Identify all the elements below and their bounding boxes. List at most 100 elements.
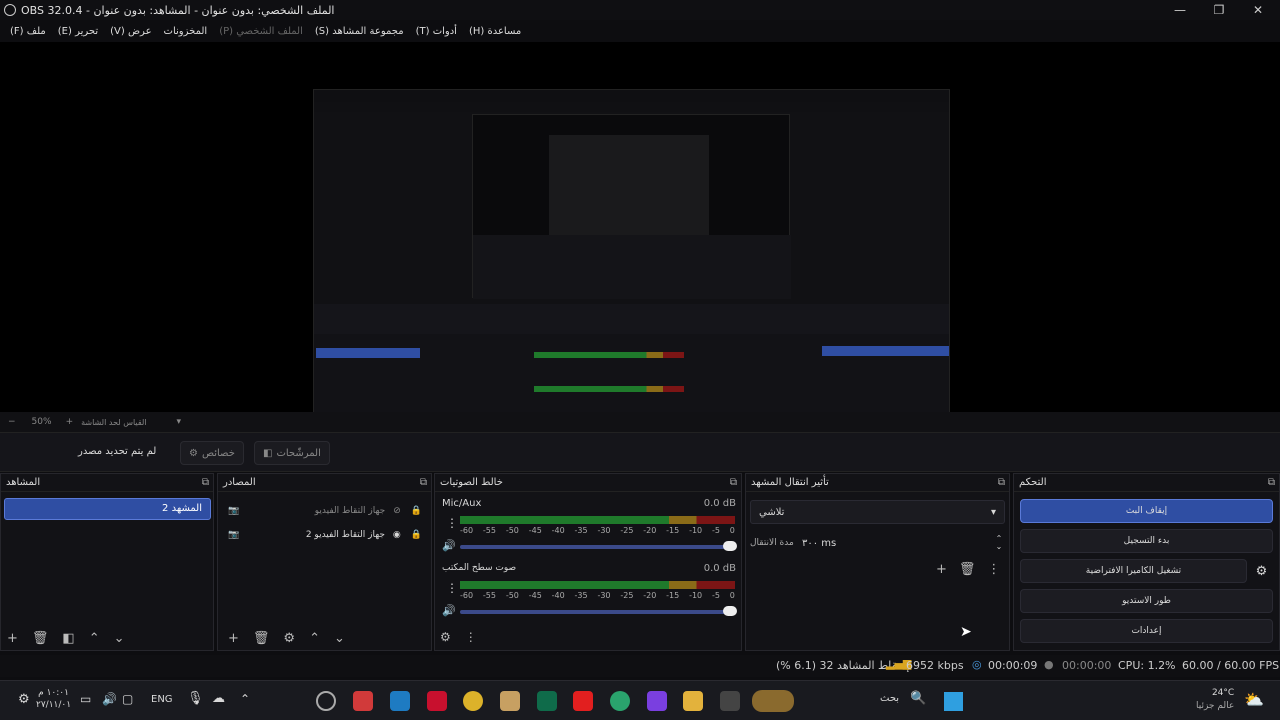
meter-tick-label: -20 [643, 591, 657, 600]
letter-l-icon[interactable] [427, 691, 447, 711]
menu-item[interactable]: (E) تحرير [58, 26, 98, 37]
spin-arrows-icon[interactable]: ⌃ ⌄ [993, 535, 1005, 551]
meter-tick-label: 0 [729, 526, 735, 535]
menu-item[interactable]: (V) عرض [110, 26, 151, 37]
kebab-menu-icon[interactable]: ⋮ [465, 630, 477, 644]
stream-icon: ◎ [972, 658, 982, 671]
source-item[interactable]: 📷 جهاز التقاط الفيديو 2 ◉ 🔒 [222, 524, 430, 546]
folder-icon[interactable] [683, 691, 703, 711]
chevron-down-icon[interactable]: ⌄ [114, 631, 125, 646]
kebab-menu-icon[interactable]: ⋮ [987, 562, 1000, 577]
lock-icon[interactable]: 🔒 [411, 530, 422, 540]
transition-type-select[interactable]: تلاشي ▾ [750, 500, 1005, 524]
start-recording-button[interactable]: بدء التسجيل [1020, 529, 1273, 553]
app-icon-red[interactable] [353, 691, 373, 711]
dock-popout-icon[interactable]: ⧉ [730, 477, 737, 488]
gear-icon[interactable]: ⚙ [440, 630, 451, 644]
meter-tick-label: -40 [551, 591, 565, 600]
chevron-down-icon[interactable]: ▾ [177, 417, 182, 427]
cloud-icon[interactable]: ☁ [212, 691, 225, 706]
obs-app-icon[interactable] [316, 691, 336, 711]
gear-icon[interactable]: ⚙ [283, 631, 295, 646]
notification-icon[interactable]: ▢ [122, 692, 133, 706]
menu-item[interactable]: (S) مجموعة المشاهد [315, 26, 404, 37]
cpu-usage: CPU: 1.2% [1118, 659, 1176, 672]
add-icon[interactable]: + [228, 631, 239, 646]
chevron-up-icon[interactable]: ⌃ [240, 692, 250, 706]
chevron-up-icon[interactable]: ⌃ [89, 631, 100, 646]
clock[interactable]: ١٠:٠١ م ٢٧/١١/٠١ [36, 687, 71, 711]
close-button[interactable]: ✕ [1238, 0, 1278, 20]
properties-button[interactable]: ⚙ خصائص [180, 441, 244, 465]
scene-item[interactable]: المشهد 2 [4, 498, 211, 520]
meter-tick-label: -50 [505, 526, 519, 535]
duration-input[interactable]: ٣٠٠ ms ⌃ ⌄ [796, 532, 1005, 554]
zoom-out-button[interactable]: − [8, 417, 16, 427]
trash-icon[interactable]: 🗑 [32, 631, 49, 646]
chevron-up-icon[interactable]: ⌃ [309, 631, 320, 646]
edge-icon[interactable] [610, 691, 630, 711]
zoom-in-button[interactable]: + [66, 417, 74, 427]
trash-icon[interactable]: 🗑 [959, 562, 976, 577]
dock-popout-icon[interactable]: ⧉ [420, 477, 427, 488]
kebab-menu-icon[interactable]: ⋮ [446, 516, 458, 530]
speaker-icon[interactable]: 🔊 [442, 604, 456, 617]
volume-fader[interactable] [460, 541, 737, 551]
language-indicator[interactable]: ENG [151, 694, 173, 705]
sources-title: المصادر [223, 477, 256, 488]
filters-button[interactable]: ◧ المرشّحات [254, 441, 330, 465]
add-icon[interactable]: + [936, 562, 947, 577]
task-view-icon[interactable] [720, 691, 740, 711]
lock-icon[interactable]: 🔒 [411, 506, 422, 516]
virtual-camera-button[interactable]: تشغيل الكاميرا الافتراضية [1020, 559, 1247, 583]
minimize-button[interactable]: — [1160, 0, 1200, 20]
dock-popout-icon[interactable]: ⧉ [202, 477, 209, 488]
menu-item[interactable]: (P) الملف الشخصي [219, 26, 303, 37]
eye-off-icon[interactable]: ⊘ [393, 506, 401, 516]
speaker-icon[interactable]: 🔊 [442, 539, 456, 552]
filter-icon: ◧ [263, 447, 273, 459]
volume-meter [460, 516, 735, 524]
stop-streaming-button[interactable]: إيقاف البث [1020, 499, 1273, 523]
filter-icon[interactable]: ◧ [62, 631, 74, 646]
dock-popout-icon[interactable]: ⧉ [998, 477, 1005, 488]
eye-icon[interactable]: ◉ [393, 530, 401, 540]
search-label[interactable]: بحث [880, 693, 899, 704]
dock-popout-icon[interactable]: ⧉ [1268, 477, 1275, 488]
maximize-button[interactable]: ❐ [1199, 0, 1239, 20]
store-icon[interactable] [500, 691, 520, 711]
meter-ticks: -60 -55 -50 -45 -40 -35 -30 -25 -20 -15 -10 -5 0 [460, 526, 735, 535]
source-item[interactable]: 📷 جهاز التقاط الفيديو ⊘ 🔒 [222, 500, 430, 522]
microphone-icon[interactable]: 🎙 [187, 691, 204, 706]
menu-item[interactable]: (H) مساعدة [469, 26, 521, 37]
youtube-icon[interactable] [573, 691, 593, 711]
speaker-icon[interactable]: 🔊 [102, 692, 117, 706]
outlook-icon[interactable] [390, 691, 410, 711]
menu-item[interactable]: المخزونات [164, 26, 208, 37]
weather-widget[interactable]: 24°C عالم جزئيا [1196, 687, 1234, 713]
menu-item[interactable]: (T) أدوات [416, 26, 457, 37]
search-icon[interactable]: 🔍 [910, 691, 926, 706]
record-time: 00:00:00 [1062, 659, 1112, 672]
chevron-down-icon[interactable]: ⌄ [334, 631, 345, 646]
preview-canvas[interactable] [0, 42, 1280, 452]
settings-button[interactable]: إعدادات [1020, 619, 1273, 643]
kebab-menu-icon[interactable]: ⋮ [446, 581, 458, 595]
gear-icon[interactable]: ⚙ [1250, 559, 1273, 583]
volume-fader[interactable] [460, 606, 737, 616]
camera-icon: 📷 [228, 530, 240, 540]
duration-label: مدة الانتقال [750, 538, 794, 548]
battery-icon[interactable]: ▭ [80, 692, 91, 706]
add-icon[interactable]: + [7, 631, 18, 646]
menu-item[interactable]: (F) ملف [10, 26, 46, 37]
windows-start-icon[interactable] [944, 692, 963, 711]
copilot-icon[interactable] [647, 691, 667, 711]
studio-mode-button[interactable]: طور الاستديو [1020, 589, 1273, 613]
terminal-icon[interactable] [537, 691, 557, 711]
zoom-bar: − 50% + القياس لحد الشاشة ▾ [0, 412, 1280, 432]
chrome-icon[interactable] [463, 691, 483, 711]
zoom-level[interactable]: 50% [32, 417, 52, 427]
gear-icon[interactable]: ⚙ [18, 692, 30, 707]
trash-icon[interactable]: 🗑 [253, 631, 270, 646]
meter-tick-label: -40 [551, 526, 565, 535]
